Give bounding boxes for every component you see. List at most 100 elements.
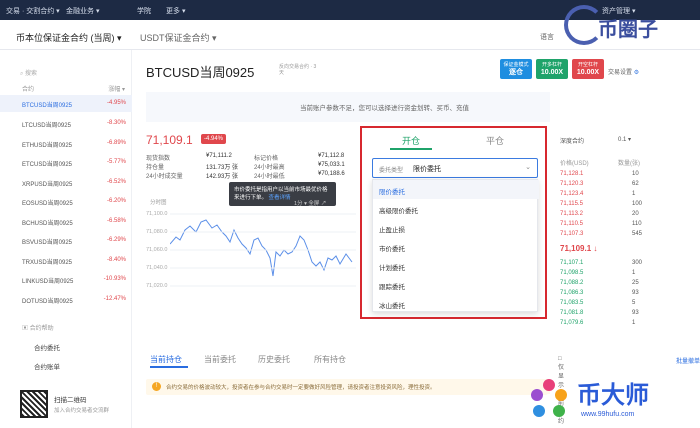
- sidebar-item[interactable]: ETCUSD当周0925 -5.77%: [0, 154, 132, 171]
- sidebar-item[interactable]: XRPUSD当周0925 -6.52%: [0, 174, 132, 191]
- batch-cancel-link[interactable]: 批量撤单: [676, 356, 700, 365]
- ask-price[interactable]: 71,107.3: [560, 231, 583, 237]
- order-type-option[interactable]: 限价委托: [373, 180, 539, 199]
- book-col-qty: 数量(张): [618, 161, 640, 167]
- stat-value: ¥70,188.6: [318, 171, 345, 177]
- bid-price[interactable]: 71,086.3: [560, 290, 583, 296]
- tab-usdt-margin[interactable]: USDT保证金合约 ▾: [140, 31, 217, 44]
- order-type-option[interactable]: 高级限价委托: [373, 199, 539, 218]
- price-line-chart[interactable]: [170, 192, 356, 312]
- nav-more[interactable]: 更多 ▾: [166, 6, 185, 16]
- chart-type-label[interactable]: 分时图: [150, 198, 167, 206]
- help-link-bills[interactable]: 合约账单: [34, 361, 60, 371]
- book-precision[interactable]: 0.1 ▾: [618, 136, 631, 143]
- tab-active-underline: [150, 366, 188, 368]
- bid-qty: 25: [632, 280, 639, 286]
- stat-value: 142.93万 张: [206, 174, 239, 180]
- stat-value: ¥71,112.8: [318, 153, 345, 159]
- ask-qty: 545: [632, 231, 643, 237]
- order-type-option[interactable]: 跟踪委托: [373, 275, 539, 294]
- tab-close[interactable]: 平仓: [486, 134, 504, 147]
- ask-price[interactable]: 71,128.1: [560, 171, 583, 177]
- tab-open-orders[interactable]: 当前委托: [204, 354, 236, 365]
- contract-sidebar: ⌕ 搜索 合约 涨幅 ▾ BTCUSD当周0925 -4.95% LTCUSD当周…: [0, 50, 132, 428]
- y-tick: 71,020.0: [146, 283, 168, 289]
- contract-title: BTCUSD当周0925: [146, 65, 255, 80]
- brand-logo-url: www.99hufu.com: [581, 411, 635, 418]
- ask-qty: 1: [632, 191, 636, 197]
- language-switch[interactable]: 语言: [540, 32, 554, 42]
- tab-coin-margin[interactable]: 币本位保证金合约 (当周) ▾: [16, 31, 122, 44]
- short-leverage-button[interactable]: 开空杠杆 10.00X: [572, 59, 604, 79]
- bid-price[interactable]: 71,107.1: [560, 260, 583, 266]
- bid-qty: 1: [632, 270, 636, 276]
- bid-price[interactable]: 71,079.6: [560, 320, 583, 326]
- tooltip-link[interactable]: 查看详情: [269, 195, 291, 201]
- notice-band: 当前账户参数不足，您可以选择进行资金划转、买币、充值: [146, 92, 550, 122]
- order-type-label: 委托类型: [379, 168, 404, 174]
- sidebar-item[interactable]: LTCUSD当周0925 -8.30%: [0, 115, 132, 132]
- bid-price[interactable]: 71,081.8: [560, 310, 583, 316]
- sidebar-item[interactable]: TRXUSD当周0925 -8.40%: [0, 252, 132, 269]
- ask-price[interactable]: 71,110.5: [560, 221, 583, 227]
- help-link-orders[interactable]: 合约委托: [34, 342, 60, 352]
- sidebar-item[interactable]: ETHUSD当周0925 -6.89%: [0, 135, 132, 152]
- ask-price[interactable]: 71,123.4: [560, 191, 583, 197]
- contract-subtitle: 反向交易合约 · 3天: [279, 64, 317, 76]
- sidebar-col-change[interactable]: 涨幅 ▾: [108, 84, 125, 93]
- bid-price[interactable]: 71,088.2: [560, 280, 583, 286]
- help-icon: ▣: [22, 326, 30, 332]
- sidebar-col-contract: 合约: [22, 87, 35, 93]
- sidebar-item[interactable]: EOSUSD当周0925 -6.20%: [0, 193, 132, 210]
- tab-all-positions[interactable]: 所有持仓: [314, 354, 346, 365]
- sidebar-search[interactable]: ⌕ 搜索: [20, 68, 124, 78]
- order-type-select[interactable]: 委托类型 限价委托 ⌄: [372, 158, 538, 178]
- sidebar-item[interactable]: BCHUSD当周0925 -6.58%: [0, 213, 132, 230]
- order-type-option[interactable]: 止盈止损: [373, 218, 539, 237]
- tab-order-history[interactable]: 历史委托: [258, 354, 290, 365]
- stat-value: ¥71,111.2: [206, 153, 232, 159]
- trade-settings-link[interactable]: 交易设置 ⚙: [608, 67, 639, 76]
- nav-trade[interactable]: 交易 · 交割合约 ▾: [6, 6, 60, 16]
- brand-logo-text: 币大师: [577, 381, 649, 409]
- tab-open[interactable]: 开仓: [402, 134, 420, 147]
- bid-qty: 300: [632, 260, 643, 266]
- order-book: 深度合约 0.1 ▾ 价格(USD) 数量(张) 71,128.1 10 71,1…: [556, 130, 700, 340]
- stat-label: 24小时最低: [254, 174, 285, 180]
- ask-price[interactable]: 71,113.2: [560, 211, 583, 217]
- qr-code: [20, 390, 48, 418]
- order-type-option[interactable]: 冰山委托: [373, 294, 539, 313]
- sidebar-item[interactable]: BSVUSD当周0925 -6.29%: [0, 232, 132, 249]
- chart-toolbar[interactable]: 1分 ▾ 全屏 ↗: [294, 199, 326, 207]
- y-tick: 71,040.0: [146, 265, 168, 271]
- nav-academy[interactable]: 学院: [137, 6, 151, 16]
- bid-qty: 1: [632, 320, 636, 326]
- order-type-option[interactable]: 市价委托: [373, 237, 539, 256]
- sidebar-item[interactable]: DOTUSD当周0925 -12.47%: [0, 291, 132, 308]
- stat-label: 现货指数: [146, 156, 171, 162]
- notice-text: 当前账户参数不足，您可以选择进行资金划转、买币、充值: [300, 105, 469, 112]
- long-leverage-button[interactable]: 开多杠杆 10.00X: [536, 59, 568, 79]
- sidebar-item[interactable]: LINKUSD当周0925 -10.93%: [0, 271, 132, 288]
- stat-value: ¥75,033.1: [318, 162, 345, 168]
- stat-label: 标记价格: [254, 156, 279, 162]
- ask-price[interactable]: 71,115.5: [560, 201, 583, 207]
- ask-qty: 110: [632, 221, 642, 227]
- margin-mode-button[interactable]: 保证金模式 逐仓: [500, 59, 532, 79]
- settings-icon: ⚙: [633, 70, 640, 76]
- bid-price[interactable]: 71,098.5: [560, 270, 583, 276]
- sidebar-item[interactable]: BTCUSD当周0925 -4.95%: [0, 95, 132, 112]
- order-panel: 开仓 平仓 委托类型 限价委托 ⌄ 限价委托 高级限价委托 止盈止损 市价委托 …: [360, 126, 547, 319]
- order-type-option[interactable]: 计划委托: [373, 256, 539, 275]
- bid-qty: 93: [632, 310, 639, 316]
- book-title: 深度合约: [560, 139, 585, 145]
- book-last-price: 71,109.1 ↓: [560, 244, 598, 253]
- bid-price[interactable]: 71,083.5: [560, 300, 583, 306]
- ask-price[interactable]: 71,120.3: [560, 181, 583, 187]
- qr-title: 扫描二维码: [54, 397, 87, 404]
- price-change-badge: -4.94%: [201, 134, 227, 144]
- tab-current-positions[interactable]: 当前持仓: [150, 354, 182, 365]
- tab-open-underline: [390, 148, 432, 150]
- nav-finance[interactable]: 金融业务 ▾: [66, 6, 99, 16]
- risk-banner: ! 合约交易的价格波动较大，投资者在参与合约交易时一定要做好风险管理，请投资者注…: [146, 379, 550, 395]
